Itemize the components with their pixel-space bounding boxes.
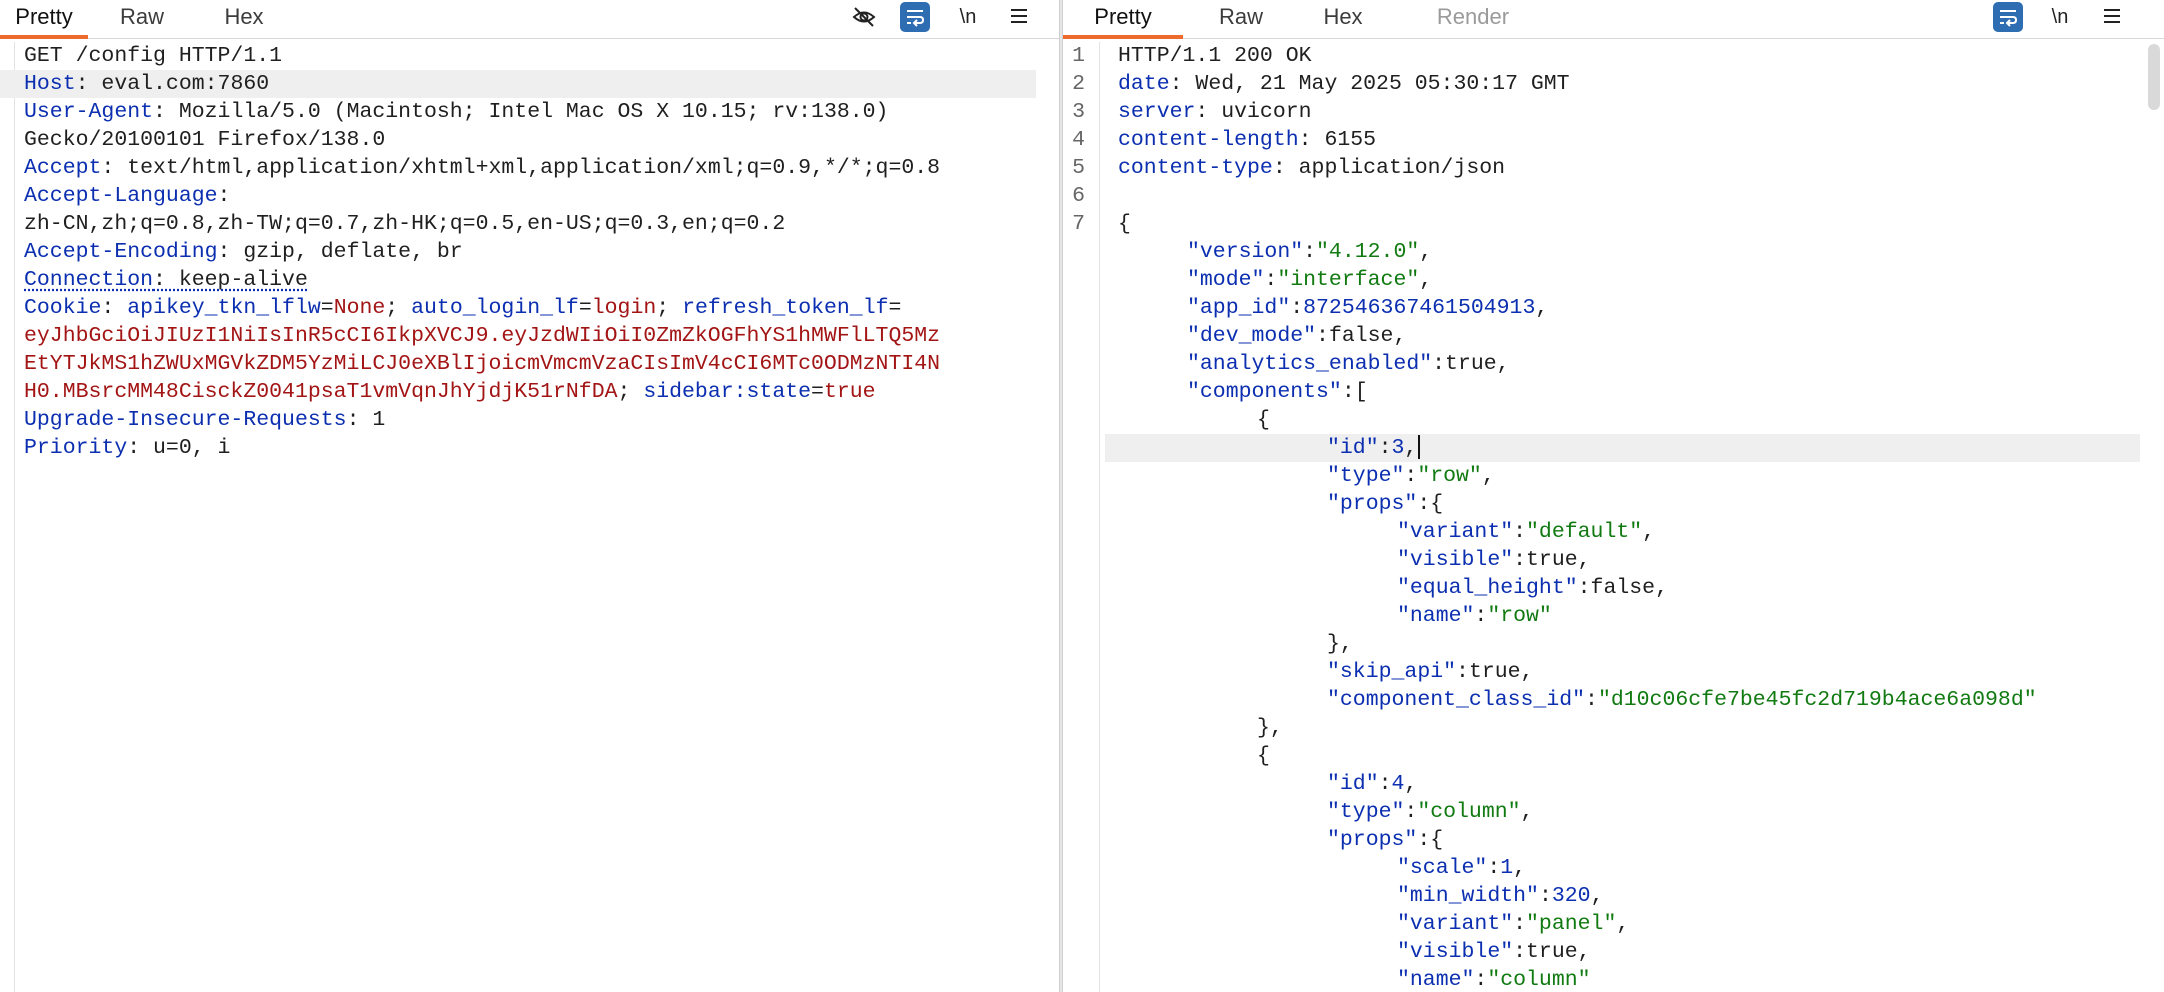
code-line: 2 date: Wed, 21 May 2025 05:30:17 GMT bbox=[1072, 72, 1570, 96]
wrap-lines-icon[interactable] bbox=[1993, 2, 2023, 32]
newline-toggle[interactable]: \n bbox=[2045, 2, 2075, 32]
code-line: 6 bbox=[1072, 184, 1085, 208]
tab-raw[interactable]: Raw bbox=[1211, 0, 1271, 38]
code-line: 1 HTTP/1.1 200 OK bbox=[1072, 44, 1312, 68]
json-line: "version":"4.12.0", bbox=[1187, 240, 1433, 264]
hamburger-menu-icon[interactable] bbox=[2097, 2, 2127, 32]
hamburger-menu-icon[interactable] bbox=[1004, 2, 1034, 32]
code-line: EtYTJkMS1hZWUxMGVkZDM5YzMiLCJ0eXBlIjoicm… bbox=[24, 352, 941, 376]
code-line: eyJhbGciOiJIUzI1NiIsInR5cCI6IkpXVCJ9.eyJ… bbox=[24, 324, 941, 348]
json-line: "min_width":320, bbox=[1397, 884, 1604, 908]
tab-hex[interactable]: Hex bbox=[222, 0, 266, 38]
json-line: { bbox=[1257, 408, 1270, 432]
json-line: }, bbox=[1257, 716, 1283, 740]
json-line: "mode":"interface", bbox=[1187, 268, 1433, 292]
request-editor[interactable]: GET /config HTTP/1.1 Host: eval.com:7860… bbox=[0, 42, 1060, 992]
json-line: { bbox=[1257, 744, 1270, 768]
code-line: 5 content-type: application/json bbox=[1072, 156, 1506, 180]
json-line: "dev_mode":false, bbox=[1187, 324, 1407, 348]
json-line: "variant":"panel", bbox=[1397, 912, 1630, 936]
json-line: "components":[ bbox=[1187, 380, 1368, 404]
code-line: 3 server: uvicorn bbox=[1072, 100, 1312, 124]
text-caret bbox=[1418, 435, 1421, 460]
tab-pretty[interactable]: Pretty bbox=[1063, 0, 1183, 39]
code-line: User-Agent: Mozilla/5.0 (Macintosh; Inte… bbox=[24, 100, 889, 124]
code-line: zh-CN,zh;q=0.8,zh-TW;q=0.7,zh-HK;q=0.5,e… bbox=[24, 212, 786, 236]
tab-render[interactable]: Render bbox=[1413, 0, 1533, 38]
tab-hex[interactable]: Hex bbox=[1313, 0, 1373, 38]
json-line: "analytics_enabled":true, bbox=[1187, 352, 1510, 376]
json-line: "app_id":872546367461504913, bbox=[1187, 296, 1549, 320]
json-line: "equal_height":false, bbox=[1397, 576, 1668, 600]
json-line: }, bbox=[1327, 632, 1353, 656]
code-line: GET /config HTTP/1.1 bbox=[24, 44, 283, 68]
code-line: 4 content-length: 6155 bbox=[1072, 128, 1377, 152]
wrap-lines-icon[interactable] bbox=[900, 2, 930, 32]
code-line: Accept: text/html,application/xhtml+xml,… bbox=[24, 156, 941, 180]
code-line: 7{ bbox=[1072, 212, 1131, 236]
code-line: Priority: u=0, i bbox=[24, 436, 231, 460]
code-line: Gecko/20100101 Firefox/138.0 bbox=[24, 128, 386, 152]
json-line: "type":"row", bbox=[1327, 464, 1495, 488]
json-line-current: "id":3, bbox=[1105, 434, 2140, 462]
code-line: Accept-Language: bbox=[24, 184, 231, 208]
json-line: "visible":true, bbox=[1397, 940, 1591, 964]
json-line: "scale":1, bbox=[1397, 856, 1527, 880]
code-line: H0.MBsrcMM48CisckZ0041psaT1vmVqnJhYjdjK5… bbox=[24, 380, 876, 404]
json-line: "props":{ bbox=[1327, 492, 1444, 516]
response-editor[interactable]: 1 HTTP/1.1 200 OK 2 date: Wed, 21 May 2025… bbox=[1063, 42, 2164, 992]
request-tabbar: Pretty Raw Hex \n bbox=[0, 0, 1060, 39]
json-line: "props":{ bbox=[1327, 828, 1444, 852]
response-tabbar: Pretty Raw Hex Render \n bbox=[1063, 0, 2164, 39]
json-line: "name":"row" bbox=[1397, 604, 1552, 628]
request-pane: Pretty Raw Hex \n GET /config HTTP/1.1 H… bbox=[0, 0, 1060, 992]
json-line: "id":4, bbox=[1327, 772, 1418, 796]
tab-raw[interactable]: Raw bbox=[120, 0, 164, 38]
eye-slash-icon[interactable] bbox=[849, 2, 879, 32]
tab-pretty[interactable]: Pretty bbox=[0, 0, 88, 39]
json-line: "name":"column" bbox=[1397, 968, 1591, 992]
newline-toggle[interactable]: \n bbox=[953, 2, 983, 32]
json-line: "skip_api":true, bbox=[1327, 660, 1534, 684]
vertical-scrollbar[interactable] bbox=[2148, 44, 2160, 110]
json-line: "variant":"default", bbox=[1397, 520, 1656, 544]
code-line: Upgrade-Insecure-Requests: 1 bbox=[24, 408, 386, 432]
json-line: "visible":true, bbox=[1397, 548, 1591, 572]
response-pane: Pretty Raw Hex Render \n 1 HTTP/1.1 200 O… bbox=[1063, 0, 2164, 992]
code-line: Cookie: apikey_tkn_lflw=None; auto_login… bbox=[24, 296, 902, 320]
json-line: "type":"column", bbox=[1327, 800, 1534, 824]
code-line: Connection: keep-alive bbox=[24, 268, 308, 292]
code-line: Host: eval.com:7860 bbox=[0, 70, 1036, 98]
code-line: Accept-Encoding: gzip, deflate, br bbox=[24, 240, 463, 264]
json-line: "component_class_id":"d10c06cfe7be45fc2d… bbox=[1327, 688, 2037, 712]
